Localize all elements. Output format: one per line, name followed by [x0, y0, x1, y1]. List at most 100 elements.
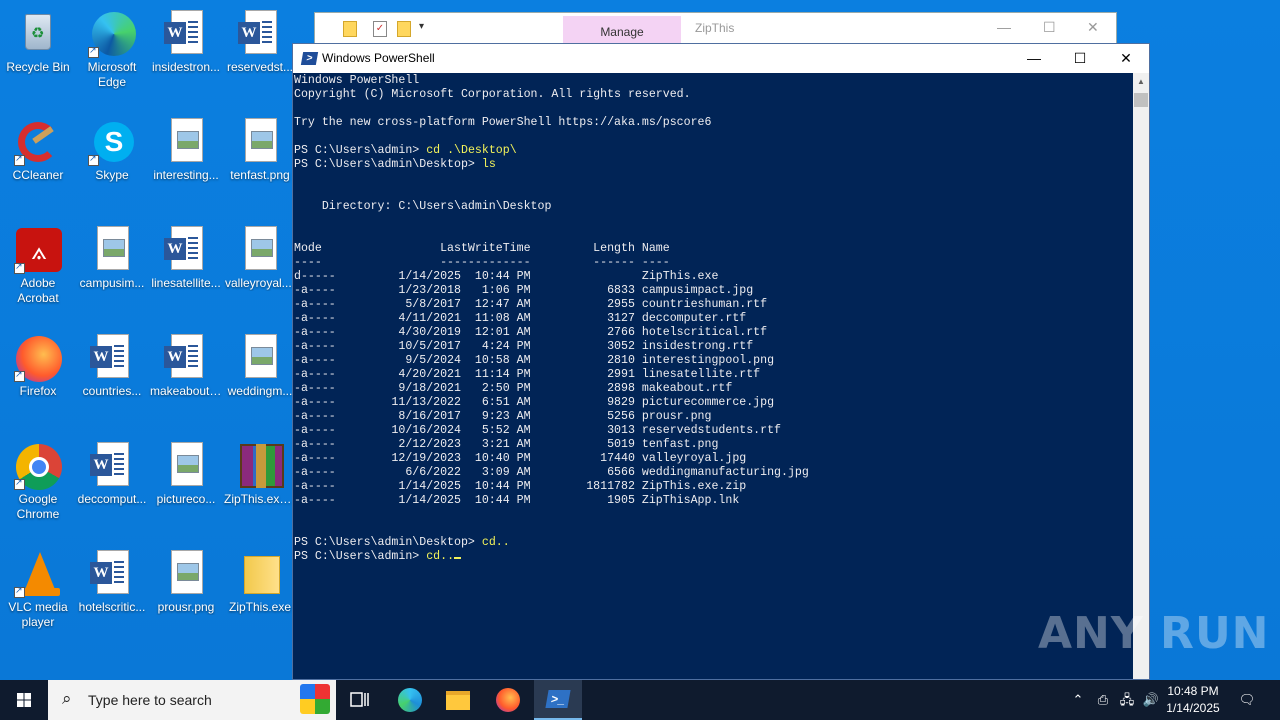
desktop-icon[interactable]: pictureco...	[148, 438, 224, 542]
chevron-down-icon[interactable]: ▾	[419, 21, 424, 32]
desktop-icon[interactable]: Whotelscritic...	[74, 546, 150, 650]
desktop-icon-label: VLC media player	[8, 600, 68, 629]
desktop-icon[interactable]: S Skype	[74, 114, 150, 218]
network-icon[interactable]: 🖧	[1116, 680, 1138, 720]
new-folder-icon[interactable]	[397, 21, 411, 37]
desktop-icon[interactable]: CCleaner	[0, 114, 76, 218]
desktop-icon[interactable]: campusim...	[74, 222, 150, 326]
console-line: d----- 1/14/2025 10:44 PM ZipThis.exe	[294, 270, 719, 283]
maximize-button[interactable]: ☐	[1057, 44, 1103, 73]
desktop-icon-label: ZipThis.exe	[228, 600, 292, 614]
console-line: -a---- 8/16/2017 9:23 AM 5256 prousr.png	[294, 410, 712, 423]
search-box[interactable]: ⌕ Type here to search	[48, 680, 336, 720]
console-line: -a---- 2/12/2023 3:21 AM 5019 tenfast.pn…	[294, 438, 719, 451]
desktop-icon[interactable]: Wdeccomput...	[74, 438, 150, 542]
desktop-icon[interactable]: weddingm...	[222, 330, 298, 434]
desktop-icon[interactable]: VLC media player	[0, 546, 76, 650]
console-output[interactable]: Windows PowerShell Copyright (C) Microsof…	[293, 73, 1133, 679]
desktop-icon[interactable]: interesting...	[148, 114, 224, 218]
desktop-icon[interactable]: Wreservedst...	[222, 6, 298, 110]
start-button[interactable]	[0, 680, 48, 720]
desktop-icon[interactable]: ⟑Adobe Acrobat	[0, 222, 76, 326]
search-highlight-icon[interactable]	[300, 684, 330, 714]
console-prompt: PS C:\Users\admin>	[294, 144, 427, 157]
word-doc-icon: W	[162, 10, 210, 58]
desktop-icon[interactable]: ZipThis.exe	[222, 546, 298, 650]
desktop-icon-label: hotelscritic...	[78, 600, 146, 614]
desktop-icon-label: campusim...	[79, 276, 145, 290]
vlc-icon	[14, 550, 62, 598]
word-doc-icon: W	[88, 550, 136, 598]
desktop-icon[interactable]: tenfast.png	[222, 114, 298, 218]
powershell-titlebar[interactable]: > Windows PowerShell — ☐ ✕	[293, 44, 1149, 73]
folder-icon	[343, 21, 357, 37]
folder-icon	[236, 550, 284, 598]
desktop-icon-label: Firefox	[19, 384, 57, 398]
explorer-window[interactable]: ✓ ▾ Manage ZipThis — ☐ ✕	[314, 12, 1117, 44]
desktop-icon-label: valleyroyal....	[224, 276, 296, 290]
minimize-button[interactable]: —	[997, 19, 1011, 35]
window-title: Windows PowerShell	[322, 51, 435, 65]
desktop-icon-label: reservedst...	[226, 60, 294, 74]
taskbar: ⌕ Type here to search >_ ⌃ ⎙ 🖧 🔊 10:48 P…	[0, 680, 1280, 720]
search-placeholder: Type here to search	[88, 692, 212, 708]
console-line: -a---- 10/5/2017 4:24 PM 3052 insidestro…	[294, 340, 754, 353]
tab-manage[interactable]: Manage	[563, 16, 681, 43]
device-icon[interactable]: ⎙	[1092, 680, 1114, 720]
desktop-icon-label: Microsoft Edge	[87, 60, 137, 89]
taskbar-file-explorer[interactable]	[434, 680, 482, 720]
desktop-icon[interactable]: prousr.png	[148, 546, 224, 650]
desktop-icon[interactable]: Wmakeabout....	[148, 330, 224, 434]
taskbar-edge[interactable]	[386, 680, 434, 720]
desktop-icon[interactable]: Winsidestron...	[148, 6, 224, 110]
taskbar-powershell[interactable]: >_	[534, 680, 582, 720]
console-line: -a---- 1/14/2025 10:44 PM 1905 ZipThisAp…	[294, 494, 740, 507]
desktop-icon[interactable]: Google Chrome	[0, 438, 76, 542]
ccleaner-icon	[14, 118, 62, 166]
desktop-icon[interactable]: Firefox	[0, 330, 76, 434]
maximize-button[interactable]: ☐	[1043, 19, 1056, 36]
desktop-icon[interactable]: Wlinesatellite...	[148, 222, 224, 326]
console-line: -a---- 6/6/2022 3:09 AM 6566 weddingmanu…	[294, 466, 809, 479]
desktop-icon-label: tenfast.png	[230, 168, 290, 182]
console-line: Directory: C:\Users\admin\Desktop	[294, 200, 552, 213]
notification-icon[interactable]: 🗨	[1234, 680, 1260, 720]
chevron-up-icon[interactable]: ⌃	[1068, 680, 1088, 720]
console-line: ---- ------------- ------ ----	[294, 256, 670, 269]
console-line: -a---- 1/23/2018 1:06 PM 6833 campusimpa…	[294, 284, 754, 297]
desktop-icon-label: interesting...	[153, 168, 219, 182]
console-command: cd..	[426, 550, 455, 563]
clock-date: 1/14/2025	[1166, 701, 1220, 715]
console-prompt: PS C:\Users\admin\Desktop>	[294, 158, 482, 171]
console-line: Copyright (C) Microsoft Corporation. All…	[294, 88, 691, 101]
desktop-icon[interactable]: Microsoft Edge	[74, 6, 150, 110]
console-line: -a---- 11/13/2022 6:51 AM 9829 pictureco…	[294, 396, 775, 409]
image-file-icon	[162, 550, 210, 598]
vertical-scrollbar[interactable]: ▲	[1133, 73, 1149, 679]
close-button[interactable]: ✕	[1103, 44, 1149, 73]
word-doc-icon: W	[88, 334, 136, 382]
console-line: -a---- 10/16/2024 5:52 AM 3013 reserveds…	[294, 424, 782, 437]
minimize-button[interactable]: —	[1011, 44, 1057, 73]
desktop-icon[interactable]: ZipThis.exe...	[222, 438, 298, 542]
image-file-icon	[236, 118, 284, 166]
desktop-icon[interactable]: valleyroyal....	[222, 222, 298, 326]
properties-icon[interactable]: ✓	[373, 21, 387, 37]
scrollbar-thumb[interactable]	[1134, 93, 1148, 107]
desktop-icon[interactable]: Wcountries...	[74, 330, 150, 434]
console-line: -a---- 4/20/2021 11:14 PM 2991 linesatel…	[294, 368, 761, 381]
clock[interactable]: 10:48 PM 1/14/2025	[1158, 683, 1228, 717]
scroll-up-icon[interactable]: ▲	[1133, 73, 1149, 90]
task-view-button[interactable]	[336, 680, 384, 720]
taskbar-firefox[interactable]	[484, 680, 532, 720]
desktop-icon-label: pictureco...	[156, 492, 216, 506]
powershell-window[interactable]: > Windows PowerShell — ☐ ✕ Windows Power…	[292, 43, 1150, 680]
image-file-icon	[88, 226, 136, 274]
clock-time: 10:48 PM	[1167, 684, 1219, 698]
word-doc-icon: W	[162, 226, 210, 274]
close-button[interactable]: ✕	[1087, 19, 1099, 36]
desktop-icon[interactable]: ♻ Recycle Bin	[0, 6, 76, 110]
watermark-logo: ANY RUN	[1038, 608, 1270, 659]
